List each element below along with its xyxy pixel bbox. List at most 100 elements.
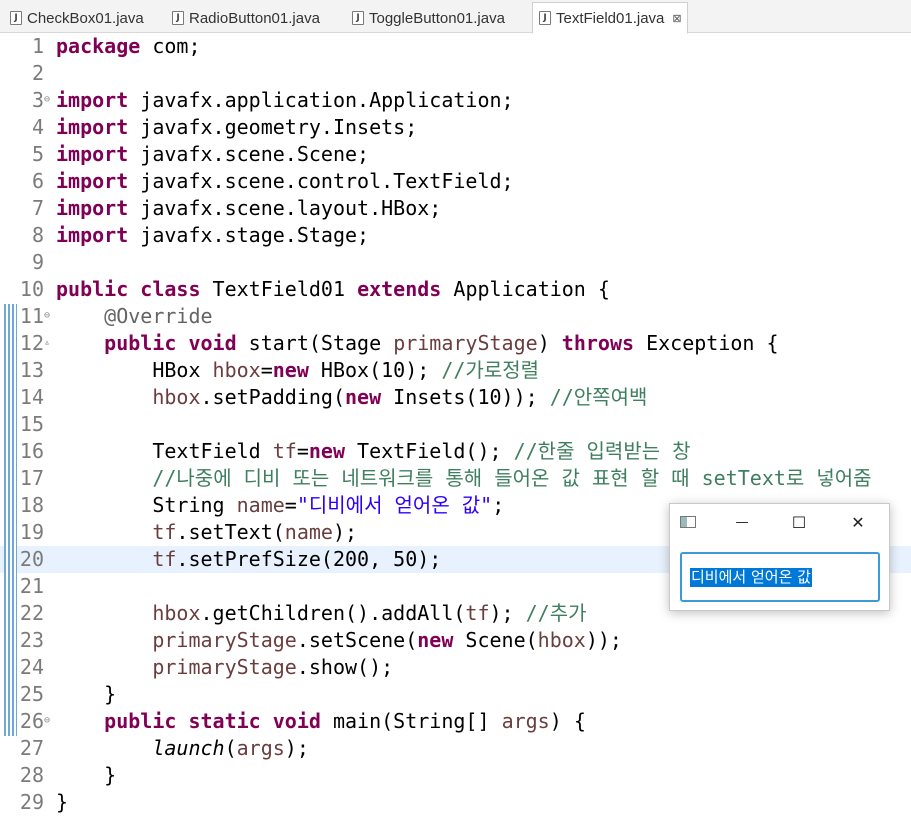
tab-textfield01[interactable]: J TextField01.java ⊠ — [532, 2, 688, 34]
code-line[interactable]: 25 } — [0, 681, 911, 708]
javafx-app-window: — ☐ ✕ 디비에서 얻어온 값 — [669, 503, 890, 611]
close-tab-icon[interactable]: ⊠ — [672, 12, 681, 25]
code-token: .setPadding( — [200, 385, 346, 409]
code-line[interactable]: 13 HBox hbox=new HBox(10); //가로정렬 — [0, 357, 911, 384]
code-token: ) { — [549, 709, 586, 733]
code-line[interactable]: 11 ⊖ @Override — [0, 303, 911, 330]
tab-label: RadioButton01.java — [189, 9, 320, 27]
line-number: 12 — [19, 331, 44, 355]
minimize-icon[interactable]: — — [727, 510, 757, 534]
code-text: import javafx.application.Application; — [56, 87, 514, 114]
tab-checkbox01[interactable]: J CheckBox01.java — [4, 3, 164, 33]
code-token: static — [188, 709, 261, 733]
code-token: javafx.scene.control.TextField; — [128, 169, 514, 193]
line-number: 16 — [19, 439, 44, 463]
fold-toggle-icon[interactable]: ⊖ — [44, 311, 50, 321]
tab-togglebutton01[interactable]: J ToggleButton01.java — [346, 3, 530, 33]
code-text: public static void main(String[] args) { — [56, 708, 586, 735]
code-token: tf — [465, 601, 490, 625]
code-line[interactable]: 9 — [0, 249, 911, 276]
code-token: throws — [561, 331, 635, 355]
code-token: args — [236, 736, 285, 760]
code-token: )); — [585, 628, 622, 652]
line-number: 6 — [31, 169, 44, 193]
tab-label: ToggleButton01.java — [369, 9, 505, 27]
code-token: ) — [537, 331, 562, 355]
code-line[interactable]: 12 ▵ public void start(Stage primaryStage… — [0, 330, 911, 357]
code-text: TextField tf=new TextField(); //한줄 입력받는 … — [56, 438, 691, 465]
line-number: 25 — [19, 682, 44, 706]
code-line[interactable]: 3 ⊖ import javafx.application.Application; — [0, 87, 911, 114]
code-token: .setScene( — [296, 628, 418, 652]
code-token: name — [236, 493, 285, 517]
code-token: ( — [224, 736, 237, 760]
code-line[interactable]: 27 launch(args); — [0, 735, 911, 762]
code-editor[interactable]: 1 package com; 2 3 ⊖ import javafx.applicatio… — [0, 33, 911, 822]
code-token: extends — [357, 277, 442, 301]
code-token: //한줄 입력받는 창 — [513, 439, 691, 463]
tab-radiobutton01[interactable]: J RadioButton01.java — [166, 3, 344, 33]
line-number: 24 — [19, 655, 44, 679]
code-line[interactable]: 16 TextField tf=new TextField(); //한줄 입력… — [0, 438, 911, 465]
code-line[interactable]: 2 — [0, 60, 911, 87]
code-token: TextField01 — [200, 277, 358, 301]
code-token: Application { — [441, 277, 610, 301]
fold-toggle-icon[interactable]: ▵ — [44, 338, 50, 348]
code-token: "디비에서 얻어온 값" — [296, 493, 493, 517]
line-number: 18 — [19, 493, 44, 517]
maximize-icon[interactable]: ☐ — [784, 510, 814, 534]
fold-toggle-icon[interactable]: ⊖ — [44, 716, 50, 726]
fold-toggle-icon[interactable]: ⊖ — [44, 95, 50, 105]
tab-label: TextField01.java — [556, 9, 665, 27]
code-line[interactable]: 7 import javafx.scene.layout.HBox; — [0, 195, 911, 222]
code-token: //가로정렬 — [441, 358, 540, 382]
window-title-bar: — ☐ ✕ — [670, 504, 889, 540]
code-token: ); — [489, 601, 526, 625]
code-line[interactable]: 4 import javafx.geometry.Insets; — [0, 114, 911, 141]
code-line[interactable]: 8 import javafx.stage.Stage; — [0, 222, 911, 249]
code-text: import javafx.stage.Stage; — [56, 222, 369, 249]
code-line[interactable]: 23 primaryStage.setScene(new Scene(hbox)… — [0, 627, 911, 654]
code-text: } — [56, 789, 68, 816]
code-line[interactable]: 6 import javafx.scene.control.TextField; — [0, 168, 911, 195]
code-token: @Override — [104, 304, 213, 328]
code-token: args — [501, 709, 550, 733]
code-line[interactable]: 1 package com; — [0, 33, 911, 60]
java-file-icon: J — [10, 11, 22, 25]
line-number: 4 — [31, 115, 44, 139]
code-line[interactable]: 28 } — [0, 762, 911, 789]
code-line[interactable]: 17 //나중에 디비 또는 네트워크를 통해 들어온 값 표현 할 때 set… — [0, 465, 911, 492]
code-line[interactable]: 26 ⊖ public static void main(String[] arg… — [0, 708, 911, 735]
app-window-icon — [680, 516, 696, 528]
code-token: Insets(10)); — [381, 385, 550, 409]
code-text: hbox.getChildren().addAll(tf); //추가 — [56, 600, 586, 627]
code-text: public void start(Stage primaryStage) th… — [56, 330, 779, 357]
java-file-icon: J — [539, 11, 551, 25]
code-line[interactable]: 15 — [0, 411, 911, 438]
code-line[interactable]: 10 public class TextField01 extends Appli… — [0, 276, 911, 303]
close-icon[interactable]: ✕ — [843, 510, 873, 534]
code-token: Exception { — [634, 331, 779, 355]
code-line[interactable]: 14 hbox.setPadding(new Insets(10)); //안쪽… — [0, 384, 911, 411]
code-text: package com; — [56, 33, 201, 60]
code-line[interactable]: 24 primaryStage.show(); — [0, 654, 911, 681]
code-token: } — [56, 682, 117, 706]
code-token: = — [296, 439, 309, 463]
line-number: 3 — [31, 88, 44, 112]
code-token: javafx.application.Application; — [128, 88, 514, 112]
line-number: 7 — [31, 196, 44, 220]
code-text: import javafx.scene.Scene; — [56, 141, 369, 168]
code-line[interactable]: 29} — [0, 789, 911, 816]
code-token: primaryStage — [393, 331, 538, 355]
code-token: new — [272, 358, 309, 382]
code-token: hbox — [537, 628, 586, 652]
code-token: main(String[] — [320, 709, 502, 733]
name-text-field[interactable]: 디비에서 얻어온 값 — [680, 552, 880, 602]
code-line[interactable]: 5 import javafx.scene.Scene; — [0, 141, 911, 168]
